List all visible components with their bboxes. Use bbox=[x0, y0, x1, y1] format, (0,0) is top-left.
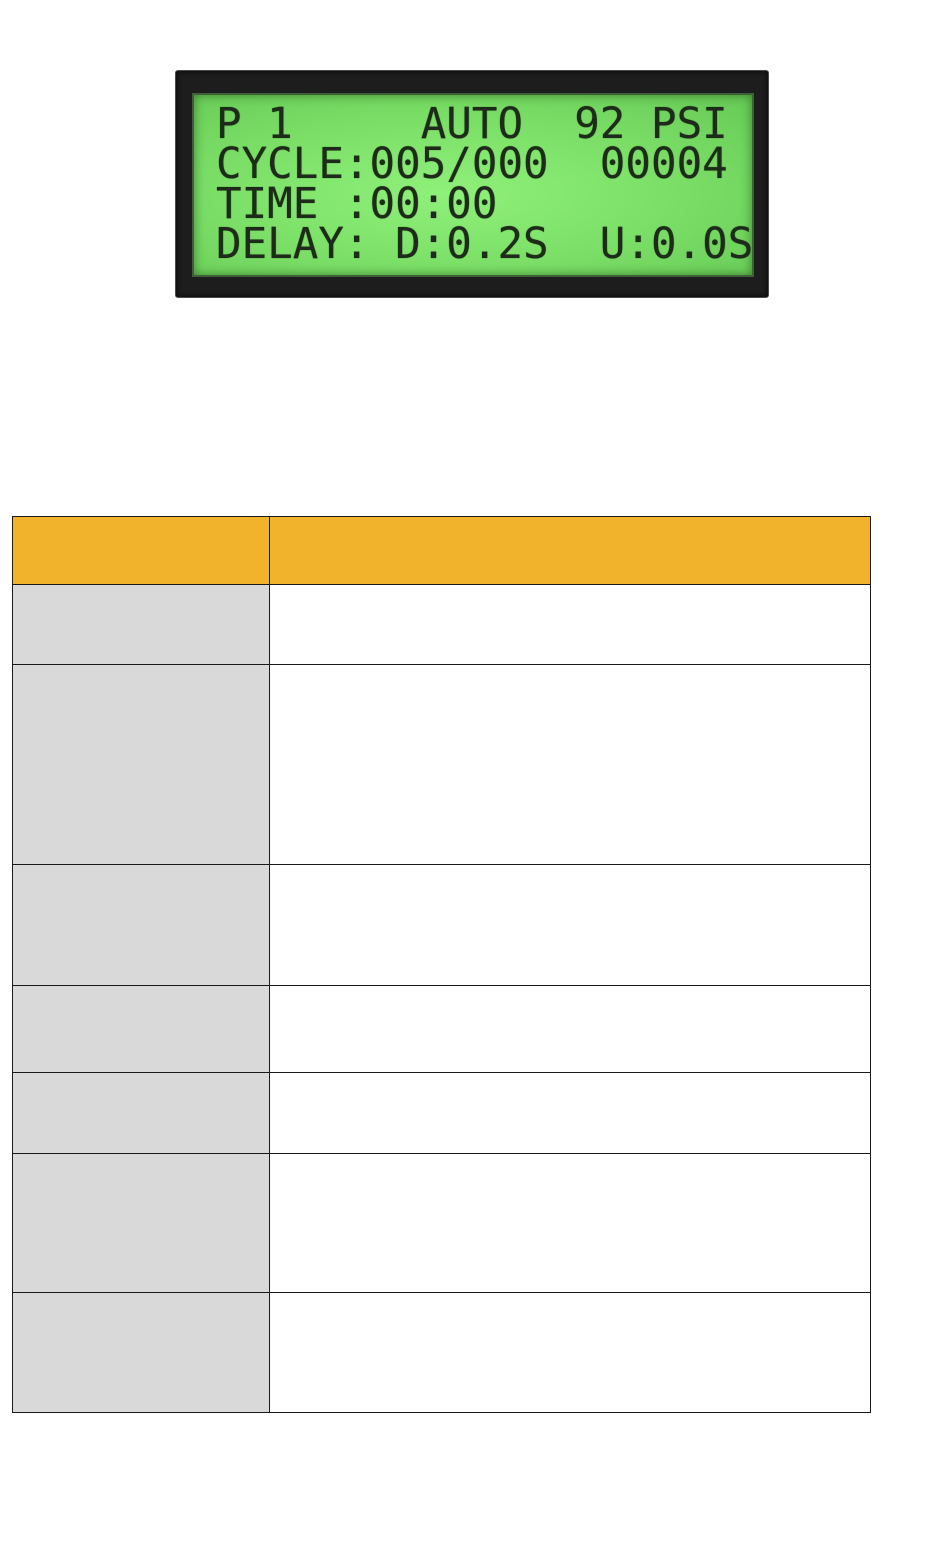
table-row-description bbox=[269, 1072, 871, 1154]
table-row-description bbox=[269, 584, 871, 665]
table-row bbox=[12, 985, 871, 1073]
table-row bbox=[12, 1153, 871, 1293]
lcd-display: P 1 AUTO 92 PSI CYCLE:005/000 00004 TIME… bbox=[175, 70, 769, 298]
lcd-line-program-mode-pressure: P 1 AUTO 92 PSI bbox=[216, 100, 728, 149]
table-row bbox=[12, 664, 871, 865]
table-row bbox=[12, 1292, 871, 1413]
table-row-label bbox=[12, 864, 270, 986]
table-row-label bbox=[12, 584, 270, 665]
table-row-description bbox=[269, 1153, 871, 1293]
lcd-screen: P 1 AUTO 92 PSI CYCLE:005/000 00004 TIME… bbox=[192, 93, 754, 277]
table-header-row bbox=[12, 516, 871, 585]
table-row-label bbox=[12, 1292, 270, 1413]
table-row bbox=[12, 1072, 871, 1154]
table-row-label bbox=[12, 1153, 270, 1293]
table-row-description bbox=[269, 864, 871, 986]
table-header-label bbox=[12, 516, 270, 585]
table-row-description bbox=[269, 664, 871, 865]
table-row-description bbox=[269, 985, 871, 1073]
lcd-line-delay: DELAY: D:0.2S U:0.0S bbox=[216, 220, 754, 269]
table-header-description bbox=[269, 516, 871, 585]
table-row bbox=[12, 864, 871, 986]
lcd-text: P 1 AUTO 92 PSI CYCLE:005/000 00004 TIME… bbox=[216, 100, 754, 269]
table-row-label bbox=[12, 664, 270, 865]
table-row-description bbox=[269, 1292, 871, 1413]
lcd-line-time: TIME :00:00 bbox=[216, 180, 498, 229]
lcd-line-cycle-count: CYCLE:005/000 00004 bbox=[216, 140, 728, 189]
table-row-label bbox=[12, 1072, 270, 1154]
table-row-label bbox=[12, 985, 270, 1073]
display-description-table bbox=[12, 516, 871, 1413]
table-row bbox=[12, 584, 871, 665]
